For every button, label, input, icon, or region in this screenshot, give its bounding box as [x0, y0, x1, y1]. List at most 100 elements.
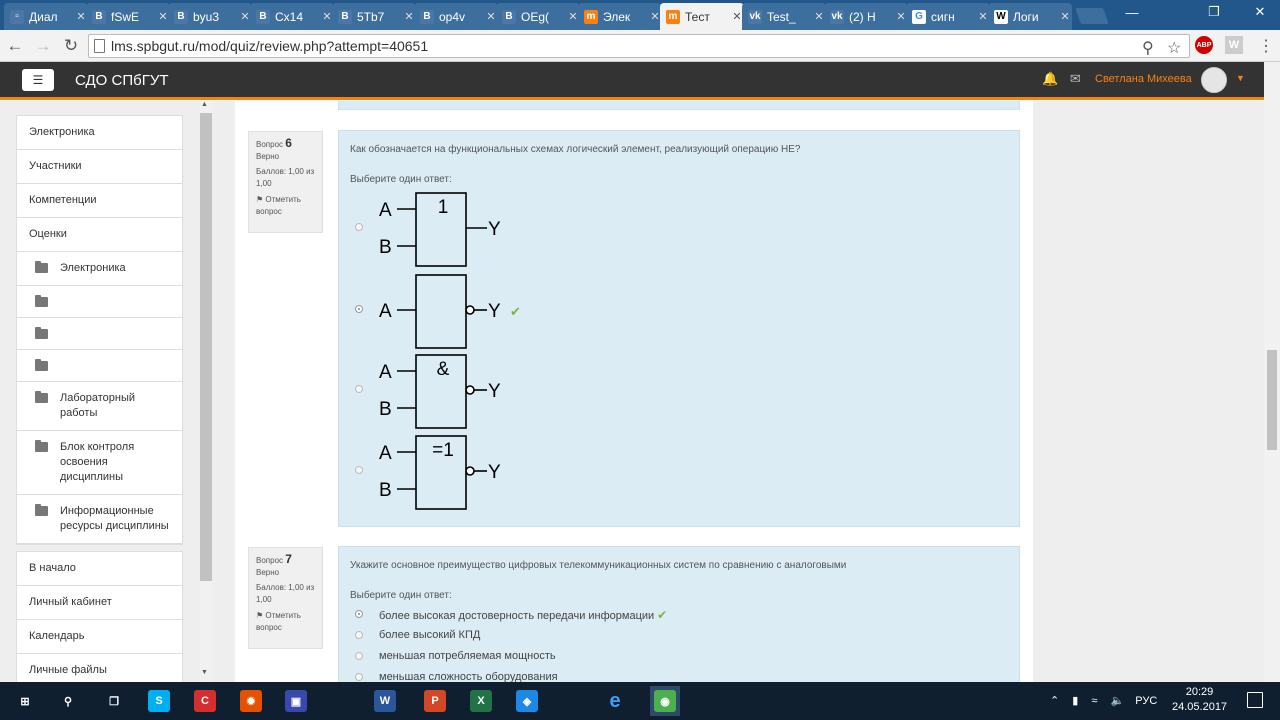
input-label: B — [379, 480, 392, 501]
tab[interactable]: Bbyu3 ✕ — [168, 3, 252, 30]
question-info: Вопрос 6 Верно Баллов: 1,00 из 1,00 ⚑ От… — [248, 131, 323, 233]
user-menu-caret-icon[interactable]: ▼ — [1236, 73, 1245, 83]
adblock-icon[interactable]: ABP — [1195, 36, 1213, 54]
flag-question-label: Отметить вопрос — [256, 611, 301, 632]
chrome-icon[interactable]: ◉ — [650, 686, 680, 716]
answer-radio[interactable] — [355, 610, 363, 618]
volume-icon[interactable]: 🔈 — [1111, 695, 1125, 707]
sidebar-item[interactable]: Оценки — [17, 218, 182, 252]
tab[interactable]: BfSwE ✕ — [86, 3, 170, 30]
flag-question-link[interactable]: ⚑ Отметить вопрос — [256, 194, 315, 218]
flag-question-link[interactable]: ⚑ Отметить вопрос — [256, 610, 315, 634]
w-extension-icon[interactable]: W — [1225, 36, 1243, 54]
question-label: Вопрос — [256, 556, 284, 565]
app-orange-icon[interactable]: ✹ — [236, 686, 266, 716]
new-tab-button[interactable] — [1075, 8, 1109, 24]
nav-item[interactable]: В начало — [17, 552, 182, 586]
tab[interactable]: B OEg(✕ — [496, 3, 580, 30]
windows-icon[interactable]: ⊞ — [10, 686, 40, 716]
tab[interactable]: m Тест ✕ — [660, 3, 744, 30]
sidebar-item[interactable]: Электроника — [17, 252, 182, 286]
tab[interactable]: vk Test_ ✕ — [742, 3, 826, 30]
app-red-icon[interactable]: C — [190, 686, 220, 716]
sidebar-item[interactable]: Информационные ресурсы дисциплины — [17, 495, 182, 544]
tab[interactable]: vk (2) Н ✕ — [824, 3, 908, 30]
powerpoint-icon[interactable]: P — [420, 686, 450, 716]
tab[interactable]: B Cx14 ✕ — [250, 3, 334, 30]
site-brand[interactable]: СДО СПбГУТ — [75, 72, 169, 89]
tab[interactable]: W Логи ✕ — [988, 3, 1072, 30]
nav-item[interactable]: Личные файлы — [17, 654, 182, 682]
answer-radio[interactable] — [355, 466, 363, 474]
close-window-icon[interactable]: ✕ — [1240, 0, 1280, 24]
answer-radio[interactable] — [355, 223, 363, 231]
avatar[interactable] — [1201, 67, 1227, 93]
nav-item[interactable]: Личный кабинет — [17, 586, 182, 620]
user-name[interactable]: Светлана Михеева — [1095, 73, 1192, 85]
sidebar-item[interactable]: Лабораторный работы — [17, 382, 182, 431]
task-view-icon[interactable]: ❐ — [99, 686, 129, 716]
tab[interactable]: B 5Tb7 ✕ — [332, 3, 416, 30]
menu-toggle-button[interactable]: ☰ — [22, 69, 54, 91]
wifi-icon[interactable]: ≈ — [1091, 695, 1097, 707]
battery-icon[interactable]: ▮ — [1072, 695, 1078, 707]
answer-option[interactable]: меньшая потребляемая мощность — [379, 650, 556, 662]
sidebar-item[interactable]: Участники — [17, 150, 182, 184]
language-indicator[interactable]: РУС — [1135, 695, 1157, 707]
tab[interactable]: Gсигн ✕ — [906, 3, 990, 30]
edge-icon[interactable]: e — [600, 686, 630, 716]
app-blue-icon[interactable]: ▣ — [281, 686, 311, 716]
action-center-icon[interactable] — [1247, 692, 1263, 708]
tab-label: byu3 — [193, 9, 220, 24]
scroll-up-icon[interactable]: ▲ — [201, 101, 208, 108]
excel-icon[interactable]: X — [466, 686, 496, 716]
forward-icon[interactable]: → — [32, 35, 54, 57]
word-icon[interactable]: W — [370, 686, 400, 716]
answer-option[interactable]: меньшая сложность оборудования — [379, 671, 558, 682]
tab[interactable]: ▫ Диал ✕ — [4, 3, 88, 30]
sidebar-item[interactable]: Электроника — [17, 116, 182, 150]
skype-icon[interactable]: S — [144, 686, 174, 716]
answer-radio[interactable] — [355, 673, 363, 681]
vk-b-icon: B — [502, 9, 516, 24]
tab[interactable]: Bop4v ✕ — [414, 3, 498, 30]
nav-item[interactable]: Календарь — [17, 620, 182, 654]
sidebar-item[interactable] — [17, 286, 182, 318]
back-icon[interactable]: ← — [4, 35, 26, 57]
answer-radio[interactable] — [355, 385, 363, 393]
sidebar-item[interactable]: Компетенции — [17, 184, 182, 218]
logic-gate-symbol: =1 AB Y — [379, 435, 501, 510]
browser-toolbar: ← → ↻ lms.spbgut.ru/mod/quiz/review.php?… — [0, 30, 1280, 62]
tab-close-icon[interactable]: ✕ — [1058, 10, 1072, 23]
tab-label: Test_ — [767, 9, 796, 24]
notifications-icon[interactable]: 🔔 — [1042, 71, 1058, 86]
tab-label: (2) Н — [849, 9, 876, 24]
clock[interactable]: 20:29 24.05.2017 — [1172, 685, 1227, 715]
minimize-icon[interactable]: — — [1112, 0, 1152, 24]
answer-radio[interactable] — [355, 305, 363, 313]
bookmark-star-icon[interactable]: ☆ — [1167, 38, 1181, 58]
sidebar-item[interactable] — [17, 350, 182, 382]
address-bar[interactable]: lms.spbgut.ru/mod/quiz/review.php?attemp… — [88, 34, 1190, 58]
reload-icon[interactable]: ↻ — [60, 35, 82, 57]
search-icon[interactable]: ⚲ — [53, 686, 83, 716]
answer-radio[interactable] — [355, 631, 363, 639]
zoom-icon[interactable]: ⚲ — [1142, 38, 1154, 58]
answer-radio[interactable] — [355, 652, 363, 660]
app-cube-icon[interactable]: ◈ — [512, 686, 542, 716]
chrome-menu-icon[interactable]: ⋮ — [1258, 36, 1274, 56]
restore-icon[interactable]: ❐ — [1194, 0, 1234, 24]
sidebar-item[interactable]: Блок контроля освоения дисциплины — [17, 431, 182, 495]
tab-label: Диал — [29, 9, 58, 24]
answer-option[interactable]: более высокая достоверность передачи инф… — [379, 608, 667, 622]
folder-icon — [35, 327, 48, 339]
sidebar-item[interactable] — [17, 318, 182, 350]
sidebar-scroll-thumb[interactable] — [200, 113, 212, 581]
page-content: Электроника Участники Компетенции Оценки Эле… — [0, 101, 1264, 682]
answer-option[interactable]: более высокий КПД — [379, 629, 480, 641]
messages-icon[interactable]: ✉ — [1070, 71, 1081, 86]
tab[interactable]: m Элек ✕ — [578, 3, 662, 30]
tray-expand-icon[interactable]: ⌃ — [1050, 695, 1059, 707]
scroll-down-icon[interactable]: ▼ — [201, 669, 208, 676]
page-scroll-thumb[interactable] — [1267, 350, 1277, 450]
